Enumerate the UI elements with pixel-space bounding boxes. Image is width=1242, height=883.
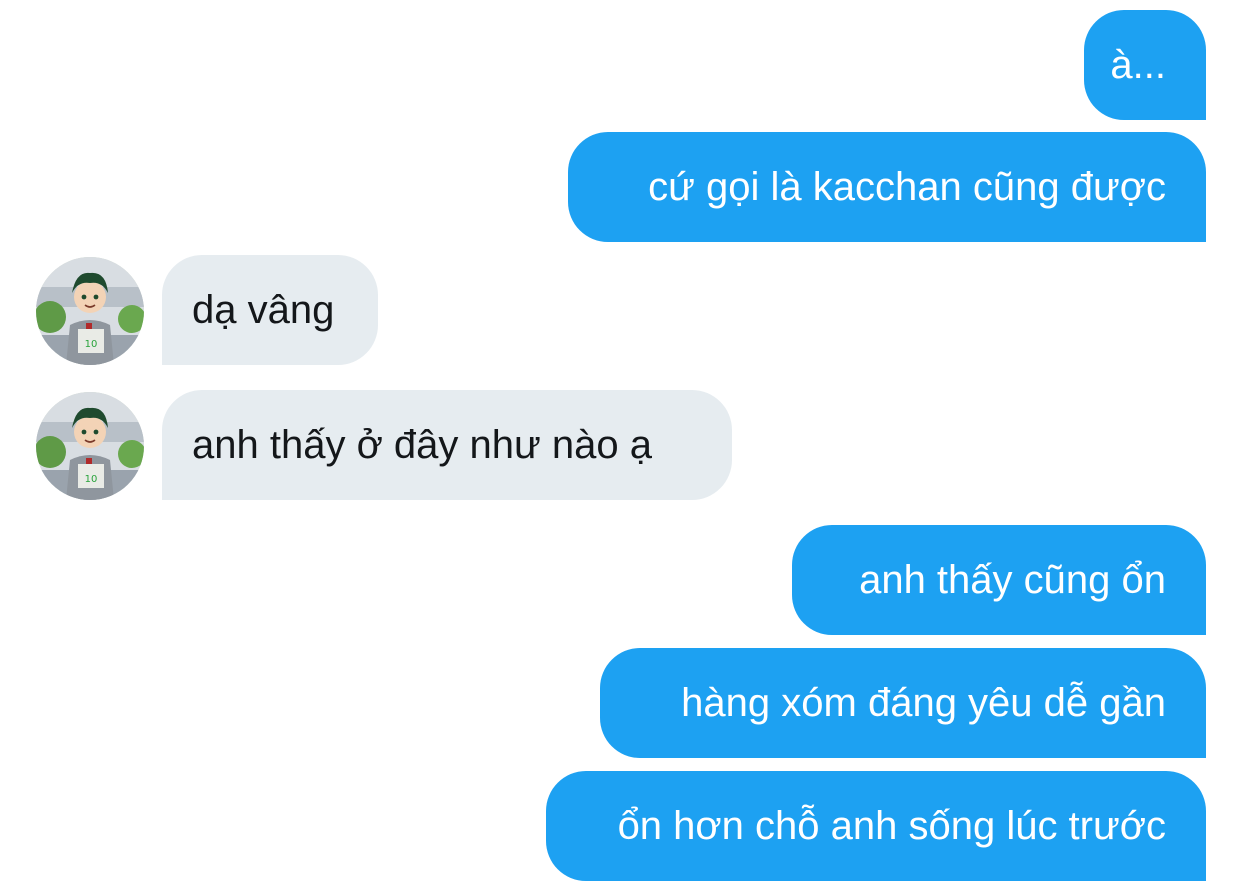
svg-text:10: 10 [85,474,98,485]
message-text: ổn hơn chỗ anh sống lúc trước [617,804,1166,848]
message-bubble-outgoing[interactable]: cứ gọi là kacchan cũng được [568,132,1206,242]
svg-text:10: 10 [85,339,98,350]
message-bubble-outgoing[interactable]: anh thấy cũng ổn [792,525,1206,635]
message-text: anh thấy cũng ổn [859,558,1166,602]
message-bubble-outgoing[interactable]: hàng xóm đáng yêu dễ gần [600,648,1206,758]
message-bubble-incoming[interactable]: dạ vâng [162,255,378,365]
contact-avatar-icon[interactable]: 10 [36,392,144,500]
message-bubble-incoming[interactable]: anh thấy ở đây như nào ạ [162,390,732,500]
message-text: anh thấy ở đây như nào ạ [192,423,652,467]
message-bubble-outgoing[interactable]: ổn hơn chỗ anh sống lúc trước [546,771,1206,881]
contact-avatar-icon[interactable]: 10 [36,257,144,365]
message-text: cứ gọi là kacchan cũng được [648,165,1166,209]
message-bubble-outgoing[interactable]: à... [1084,10,1206,120]
avatar-image: 10 [36,392,144,500]
message-text: dạ vâng [192,288,335,332]
avatar-image: 10 [36,257,144,365]
message-thread: à... cứ gọi là kacchan cũng được 10 dạ v… [0,0,1242,883]
message-text: à... [1110,43,1166,87]
message-text: hàng xóm đáng yêu dễ gần [681,681,1166,725]
